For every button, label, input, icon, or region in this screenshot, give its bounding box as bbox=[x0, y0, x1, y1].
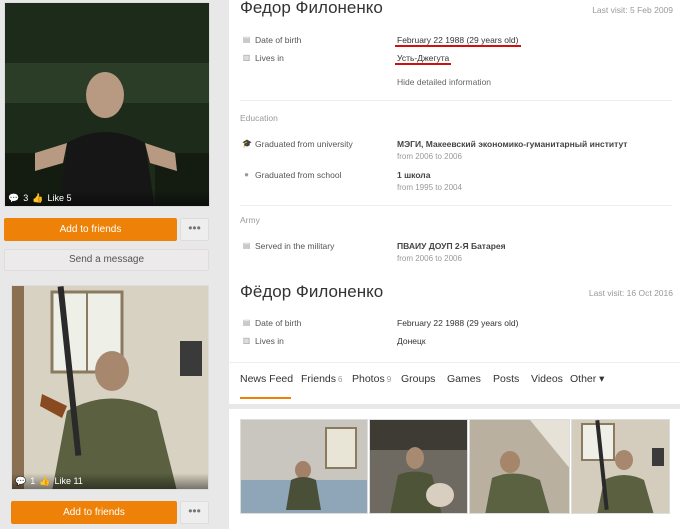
school-value[interactable]: 1 школа bbox=[397, 170, 430, 180]
photo-1-image bbox=[5, 3, 209, 206]
lives-in-value-2[interactable]: Донецк bbox=[397, 336, 426, 346]
divider bbox=[240, 205, 672, 206]
school-years: from 1995 to 2004 bbox=[397, 183, 462, 192]
photo-2-meta: 💬 1 👍 Like 11 bbox=[12, 473, 208, 489]
military-value[interactable]: ПВАИУ ДОУП 2-Я Батарея bbox=[397, 241, 506, 251]
divider bbox=[240, 100, 672, 101]
photo-1-meta: 💬 3 👍 Like 5 bbox=[5, 190, 209, 206]
calendar-icon: ▤ bbox=[242, 35, 251, 44]
comment-icon: 💬 bbox=[15, 475, 27, 486]
photo-thumbnail[interactable] bbox=[469, 419, 570, 514]
university-label: Graduated from university bbox=[255, 139, 353, 149]
tab-groups[interactable]: Groups bbox=[401, 373, 435, 385]
divider bbox=[229, 362, 680, 363]
tab-games[interactable]: Games bbox=[447, 373, 481, 385]
add-to-friends-button[interactable]: Add to friends bbox=[4, 218, 177, 241]
photo-thumbnail[interactable] bbox=[369, 419, 468, 514]
military-label: Served in the military bbox=[255, 241, 335, 251]
profile-photo-1[interactable]: 💬 3 👍 Like 5 bbox=[4, 2, 210, 207]
active-tab-indicator bbox=[240, 397, 291, 399]
photo-thumbnail[interactable] bbox=[571, 419, 670, 514]
thumbnail-image bbox=[572, 420, 669, 513]
dob-highlight bbox=[395, 45, 521, 47]
dob-value: February 22 1988 (29 years old) bbox=[397, 35, 519, 45]
tab-news-feed[interactable]: News Feed bbox=[240, 373, 293, 385]
school-label: Graduated from school bbox=[255, 170, 342, 180]
profile-1-name: Федор Филоненко bbox=[240, 0, 383, 17]
more-options-button[interactable]: ••• bbox=[180, 218, 209, 241]
military-years: from 2006 to 2006 bbox=[397, 254, 462, 263]
more-options-button-2[interactable]: ••• bbox=[180, 501, 209, 524]
send-message-button[interactable]: Send a message bbox=[4, 249, 209, 271]
tab-friends[interactable]: Friends 6 bbox=[301, 373, 342, 385]
profile-panel bbox=[229, 0, 680, 404]
tab-other[interactable]: Other ▾ bbox=[570, 373, 604, 385]
thumbnail-image bbox=[241, 420, 367, 513]
thumbnail-image bbox=[470, 420, 569, 513]
tab-photos[interactable]: Photos 9 bbox=[352, 373, 391, 385]
photo-2-image bbox=[12, 286, 208, 489]
lives-in-highlight bbox=[395, 63, 451, 65]
army-title: Army bbox=[240, 215, 260, 225]
profile-photo-2[interactable]: 💬 1 👍 Like 11 bbox=[11, 285, 209, 490]
building-icon: ▥ bbox=[242, 53, 251, 62]
photo-1-likes[interactable]: Like 5 bbox=[47, 193, 71, 203]
profile-2-last-visit: Last visit: 16 Oct 2016 bbox=[588, 288, 673, 298]
dob-label: Date of birth bbox=[255, 35, 302, 45]
calendar-icon: ▤ bbox=[242, 318, 251, 327]
photo-2-likes[interactable]: Like 11 bbox=[54, 476, 82, 486]
building-icon: ▥ bbox=[242, 336, 251, 345]
thumbnail-image bbox=[370, 420, 467, 513]
add-to-friends-button-2[interactable]: Add to friends bbox=[11, 501, 177, 524]
photo-2-comments: 1 bbox=[30, 476, 36, 486]
hide-detailed-info-link[interactable]: Hide detailed information bbox=[397, 77, 491, 87]
education-title: Education bbox=[240, 113, 278, 123]
lives-in-value[interactable]: Усть-Джегута bbox=[397, 53, 449, 63]
id-card-icon: ▤ bbox=[242, 241, 251, 250]
thumbs-up-icon: 👍 bbox=[39, 475, 51, 486]
photo-thumbnail[interactable] bbox=[240, 419, 368, 514]
profile-2-name: Фёдор Филоненко bbox=[240, 282, 384, 301]
tab-posts[interactable]: Posts bbox=[493, 373, 519, 385]
graduation-cap-icon: 🎓 bbox=[242, 139, 252, 148]
photo-1-comments: 3 bbox=[23, 193, 29, 203]
dob-value-2: February 22 1988 (29 years old) bbox=[397, 318, 519, 328]
tab-videos[interactable]: Videos bbox=[531, 373, 563, 385]
university-years: from 2006 to 2006 bbox=[397, 152, 462, 161]
thumbs-up-icon: 👍 bbox=[32, 192, 44, 203]
university-value[interactable]: МЭГИ, Макеевский экономико-гуманитарный … bbox=[397, 139, 627, 149]
lives-in-label-2: Lives in bbox=[255, 336, 284, 346]
profile-1-last-visit: Last visit: 5 Feb 2009 bbox=[592, 5, 673, 15]
left-column: 💬 3 👍 Like 5 Add to friends ••• Send a m… bbox=[0, 0, 220, 529]
comment-icon: 💬 bbox=[8, 192, 20, 203]
lives-in-label: Lives in bbox=[255, 53, 284, 63]
bulb-icon: ● bbox=[244, 170, 249, 179]
dob-label-2: Date of birth bbox=[255, 318, 302, 328]
